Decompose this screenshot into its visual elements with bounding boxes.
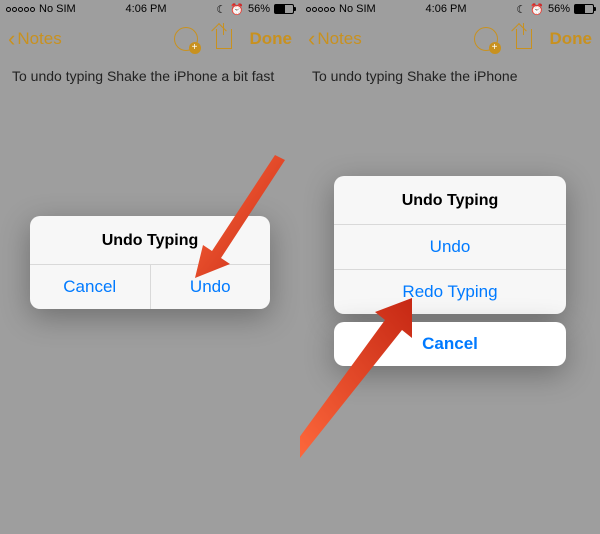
status-bar: No SIM 4:06 PM ☾ ⏰ 56%	[0, 0, 300, 18]
share-icon[interactable]	[516, 29, 532, 49]
note-content-left: To undo typing Shake the iPhone a bit fa…	[0, 64, 300, 88]
undo-dialog: Undo Typing Cancel Undo	[30, 216, 270, 309]
cancel-button[interactable]: Cancel	[334, 322, 566, 366]
signal-dots-icon	[306, 7, 335, 12]
battery-icon	[574, 4, 594, 14]
clock: 4:06 PM	[426, 3, 467, 15]
back-label: Notes	[17, 29, 61, 49]
alarm-icon: ⏰	[230, 3, 244, 16]
dnd-icon: ☾	[516, 3, 526, 16]
battery-pct: 56%	[248, 3, 270, 15]
chevron-left-icon: ‹	[8, 28, 15, 50]
undo-button[interactable]: Undo	[334, 225, 566, 269]
chevron-left-icon: ‹	[308, 28, 315, 50]
phone-right: To undo typing Shake the iPhone No SIM 4…	[300, 0, 600, 534]
clock: 4:06 PM	[126, 3, 167, 15]
redo-typing-button[interactable]: Redo Typing	[334, 269, 566, 314]
undo-action-sheet: Undo Typing Undo Redo Typing Cancel	[334, 176, 566, 366]
undo-button[interactable]: Undo	[150, 265, 271, 309]
battery-pct: 56%	[548, 3, 570, 15]
carrier-label: No SIM	[339, 3, 376, 15]
battery-icon	[274, 4, 294, 14]
nav-bar: ‹ Notes Done	[300, 18, 600, 60]
carrier-label: No SIM	[39, 3, 76, 15]
phone-left: To undo typing Shake the iPhone a bit fa…	[0, 0, 300, 534]
add-person-icon[interactable]	[174, 27, 198, 51]
dialog-title: Undo Typing	[334, 176, 566, 225]
note-content-right: To undo typing Shake the iPhone	[300, 64, 600, 88]
back-label: Notes	[317, 29, 361, 49]
back-button[interactable]: ‹ Notes	[8, 28, 62, 50]
alarm-icon: ⏰	[530, 3, 544, 16]
dnd-icon: ☾	[216, 3, 226, 16]
status-bar: No SIM 4:06 PM ☾ ⏰ 56%	[300, 0, 600, 18]
dialog-title: Undo Typing	[30, 216, 270, 265]
add-person-icon[interactable]	[474, 27, 498, 51]
done-button[interactable]: Done	[550, 29, 593, 49]
share-icon[interactable]	[216, 29, 232, 49]
signal-dots-icon	[6, 7, 35, 12]
done-button[interactable]: Done	[250, 29, 293, 49]
cancel-button[interactable]: Cancel	[30, 265, 150, 309]
nav-bar: ‹ Notes Done	[0, 18, 300, 60]
back-button[interactable]: ‹ Notes	[308, 28, 362, 50]
